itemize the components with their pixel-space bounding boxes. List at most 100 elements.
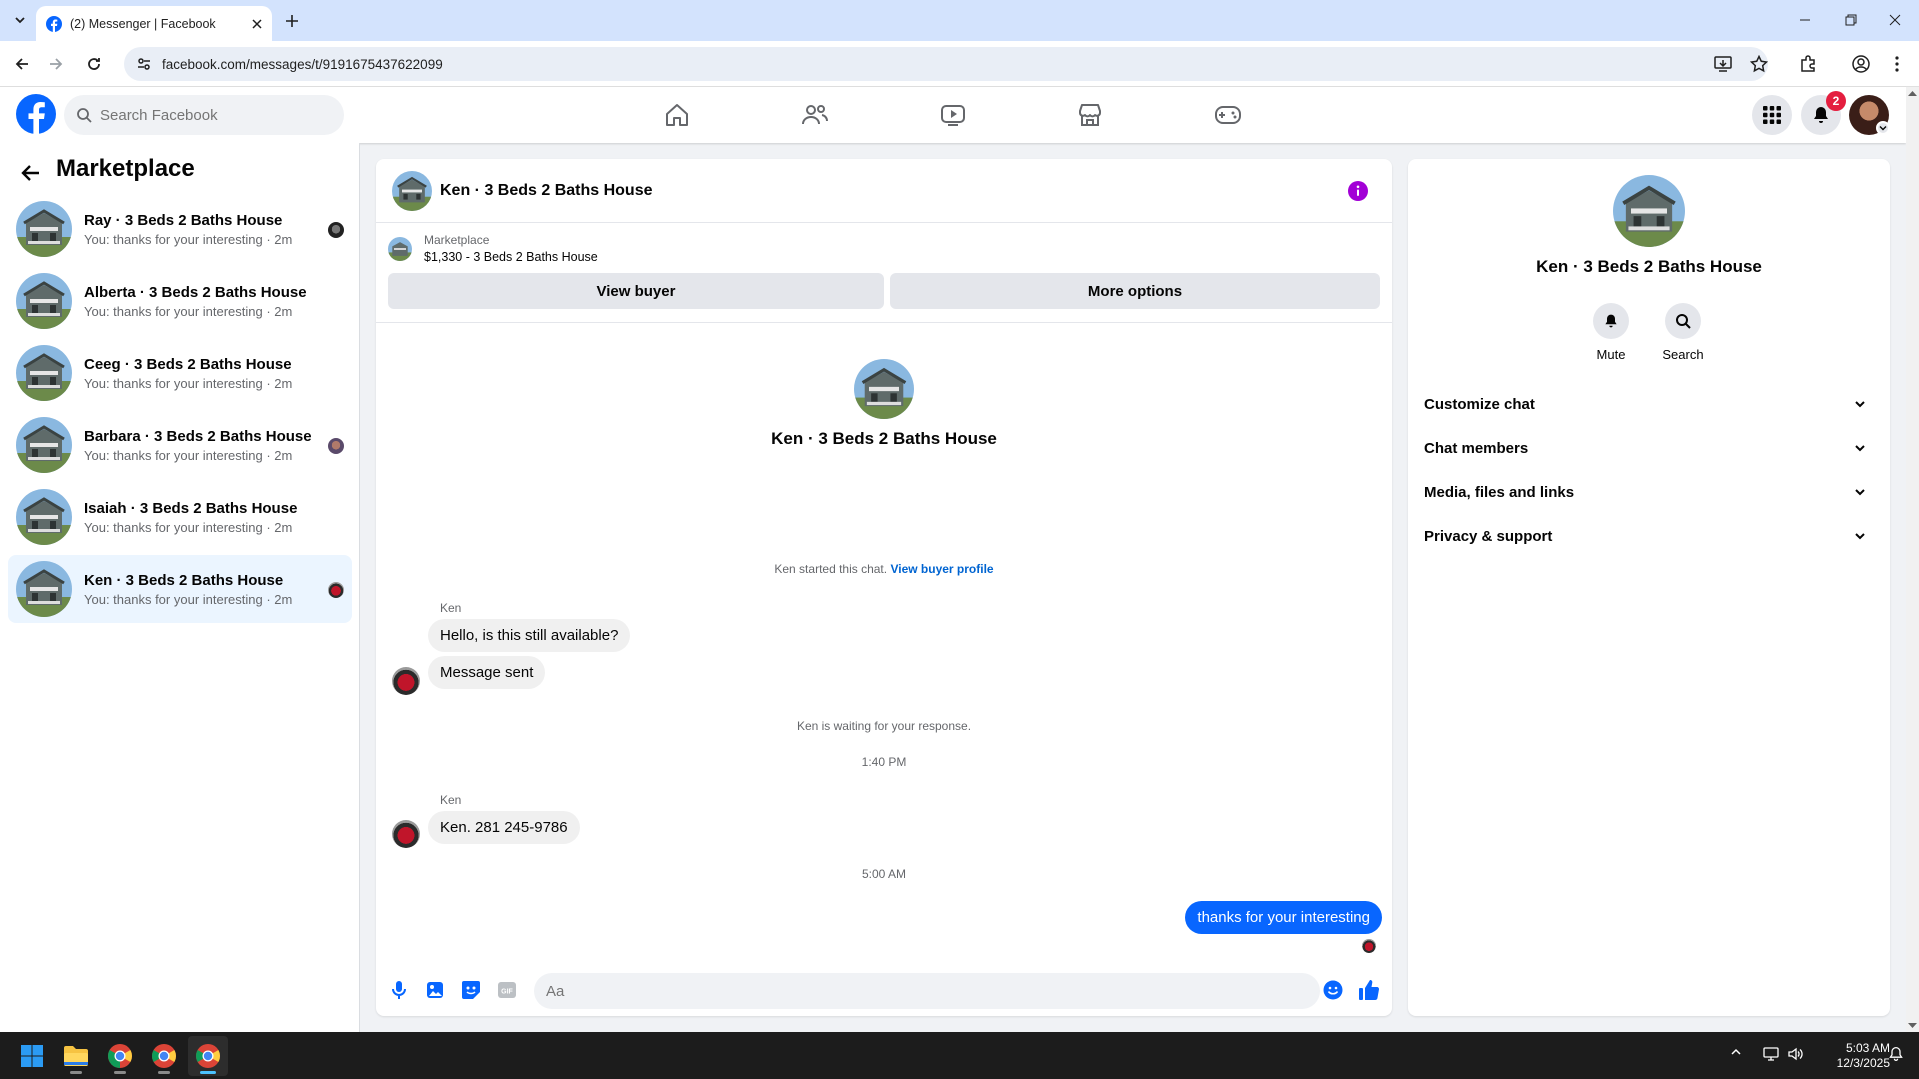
nav-marketplace[interactable] <box>1070 95 1110 135</box>
view-buyer-button[interactable]: View buyer <box>388 273 884 309</box>
account-circle-icon <box>1852 55 1870 73</box>
tab-search-button[interactable] <box>8 8 32 32</box>
scroll-up-arrow-icon[interactable] <box>1908 90 1917 96</box>
conversation-item[interactable]: Alberta · 3 Beds 2 Baths House You: thank… <box>8 267 352 335</box>
listing-thumbnail[interactable] <box>388 237 412 261</box>
search-conversation-button[interactable]: Search <box>1653 303 1713 362</box>
close-icon[interactable] <box>252 18 262 29</box>
notification-center-button[interactable] <box>1888 1046 1904 1062</box>
search-input[interactable] <box>100 106 300 124</box>
thumbs-up-icon <box>1359 980 1380 1001</box>
extensions-button[interactable] <box>1793 49 1823 79</box>
gamepad-icon <box>1215 106 1241 124</box>
menu-grid-button[interactable] <box>1752 95 1792 135</box>
chat-members-row[interactable]: Chat members <box>1424 426 1874 470</box>
conversation-name: Ray · 3 Beds 2 Baths House <box>84 211 283 229</box>
minimize-button[interactable] <box>1783 6 1827 34</box>
browser-tab[interactable]: (2) Messenger | Facebook <box>36 6 272 41</box>
more-options-button[interactable]: More options <box>890 273 1380 309</box>
message-input[interactable] <box>534 973 1320 1009</box>
sender-avatar[interactable] <box>392 820 420 848</box>
conversation-item[interactable]: Barbara · 3 Beds 2 Baths House You: thank… <box>8 411 352 479</box>
listing-price-title[interactable]: $1,330 - 3 Beds 2 Baths House <box>424 250 598 264</box>
chrome-taskbar-2[interactable] <box>144 1036 184 1076</box>
reload-button[interactable] <box>79 49 109 79</box>
kebab-menu-icon <box>1895 56 1899 72</box>
plus-icon <box>286 15 298 27</box>
volume-tray-icon[interactable] <box>1787 1046 1803 1062</box>
customize-chat-row[interactable]: Customize chat <box>1424 382 1874 426</box>
my-message-bubble[interactable]: thanks for your interesting <box>1185 901 1382 934</box>
conversation-item[interactable]: Ceeg · 3 Beds 2 Baths House You: thanks f… <box>8 339 352 407</box>
page-scrollbar[interactable] <box>1906 87 1919 1032</box>
message-bubble[interactable]: Hello, is this still available? <box>428 619 631 652</box>
grid-menu-icon <box>1763 106 1781 124</box>
search-icon <box>77 108 92 123</box>
chat-intro-avatar[interactable] <box>854 359 914 419</box>
nav-friends[interactable] <box>795 95 835 135</box>
chrome-taskbar-3-active[interactable] <box>188 1036 228 1076</box>
search-label: Search <box>1662 347 1704 362</box>
message-bubble[interactable]: Ken. 281 245-9786 <box>428 811 580 844</box>
tray-overflow-button[interactable] <box>1730 1046 1742 1058</box>
facebook-search[interactable] <box>64 95 344 135</box>
conversation-item[interactable]: Ray · 3 Beds 2 Baths House You: thanks fo… <box>8 195 352 263</box>
like-button[interactable] <box>1358 979 1380 1001</box>
restore-button[interactable] <box>1829 6 1873 34</box>
emoji-button[interactable] <box>1322 979 1344 1001</box>
forward-button[interactable] <box>41 49 71 79</box>
facebook-logo-icon <box>16 94 56 134</box>
star-icon[interactable] <box>1750 55 1768 73</box>
scroll-down-arrow-icon[interactable] <box>1908 1023 1917 1029</box>
back-button[interactable] <box>7 49 37 79</box>
active-indicator <box>200 1071 216 1074</box>
media-files-links-row[interactable]: Media, files and links <box>1424 470 1874 514</box>
chevron-down-icon <box>1879 126 1887 131</box>
profile-button[interactable] <box>1846 49 1876 79</box>
account-menu-button[interactable] <box>1876 121 1890 135</box>
address-bar[interactable]: facebook.com/messages/t/9191675437622099 <box>124 47 1768 81</box>
view-buyer-profile-link[interactable]: View buyer profile <box>890 562 993 576</box>
file-explorer-taskbar[interactable] <box>56 1036 96 1076</box>
message-bubble[interactable]: Message sent <box>428 656 546 689</box>
conversation-name: Isaiah · 3 Beds 2 Baths House <box>84 499 298 517</box>
windows-logo-icon <box>21 1045 43 1067</box>
system-clock[interactable]: 5:03 AM 12/3/2025 <box>1810 1041 1890 1071</box>
facebook-logo[interactable] <box>16 94 56 134</box>
chevron-down-icon <box>1855 489 1865 496</box>
chrome-taskbar-1[interactable] <box>100 1036 140 1076</box>
conversation-item[interactable]: Isaiah · 3 Beds 2 Baths House You: thanks… <box>8 483 352 551</box>
chevron-down-icon <box>1855 401 1865 408</box>
conversation-item-active[interactable]: Ken · 3 Beds 2 Baths House You: thanks fo… <box>8 555 352 623</box>
facebook-favicon-icon <box>46 15 62 32</box>
conversation-info-button[interactable] <box>1348 181 1368 201</box>
sticker-button[interactable] <box>460 979 482 1001</box>
site-settings-icon[interactable] <box>136 56 152 72</box>
clock-time: 5:03 AM <box>1845 1041 1890 1055</box>
gif-button[interactable]: GIF <box>496 979 518 1001</box>
chat-avatar[interactable] <box>392 170 432 211</box>
nav-home[interactable] <box>657 95 697 135</box>
details-avatar[interactable] <box>1613 175 1685 247</box>
menu-button[interactable] <box>1882 49 1912 79</box>
running-indicator <box>70 1071 82 1074</box>
sender-avatar[interactable] <box>392 667 420 695</box>
privacy-support-row[interactable]: Privacy & support <box>1424 514 1874 558</box>
voice-clip-button[interactable] <box>388 979 410 1001</box>
mute-button[interactable]: Mute <box>1581 303 1641 362</box>
marketplace-chat-list: Marketplace Ray · 3 Beds 2 Baths House Yo… <box>0 143 360 1032</box>
conversation-preview: You: thanks for your interesting · 2m <box>84 231 293 247</box>
nav-watch[interactable] <box>933 95 973 135</box>
install-app-icon[interactable] <box>1714 56 1732 72</box>
back-button[interactable] <box>16 158 46 188</box>
section-label: Media, files and links <box>1424 483 1575 501</box>
start-button[interactable] <box>12 1036 52 1076</box>
close-window-button[interactable] <box>1873 6 1917 34</box>
network-tray-icon[interactable] <box>1763 1046 1779 1062</box>
seen-avatar <box>328 438 344 454</box>
new-tab-button[interactable] <box>280 9 304 33</box>
nav-gaming[interactable] <box>1208 95 1248 135</box>
close-icon <box>1889 14 1901 26</box>
chat-title[interactable]: Ken · 3 Beds 2 Baths House <box>440 182 653 200</box>
attach-photo-button[interactable] <box>424 979 446 1001</box>
